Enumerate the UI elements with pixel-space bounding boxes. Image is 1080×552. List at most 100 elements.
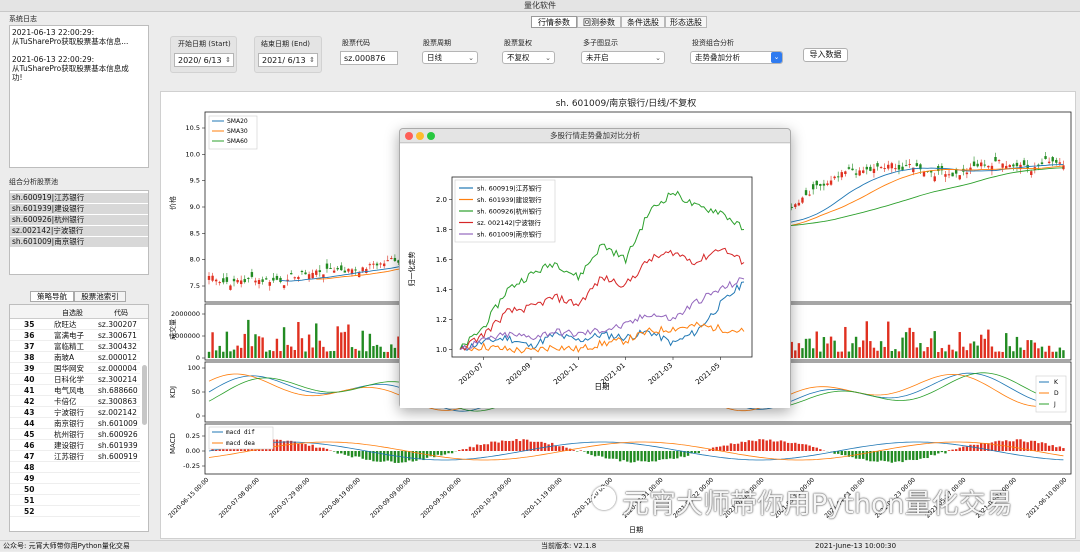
adjust-select[interactable]: 不复权⌄ [502, 51, 555, 64]
table-row[interactable]: 46建设银行sh.601939 [10, 441, 140, 451]
volume-bar [254, 334, 256, 358]
tab-pool-index[interactable]: 股票池索引 [74, 291, 126, 302]
stock-code-input[interactable]: sz.000876 [340, 51, 398, 65]
volume-bar [219, 346, 221, 358]
col-header-name[interactable]: 自选股 [62, 308, 83, 318]
tab-condition-select[interactable]: 条件选股 [621, 16, 665, 28]
table-row[interactable]: 35欣旺达sz.300207 [10, 320, 140, 330]
macd-bar [898, 451, 900, 461]
table-row[interactable]: 44南京银行sh.601009 [10, 419, 140, 429]
period-value: 日线 [427, 53, 442, 62]
tab-market-params[interactable]: 行情参数 [531, 16, 577, 28]
volume-bar [1009, 346, 1011, 358]
macd-bar [601, 451, 603, 457]
macd-bar [723, 446, 725, 451]
macd-bar [326, 449, 328, 451]
candle-body [1044, 156, 1046, 159]
chevron-down-icon: ⌄ [468, 52, 474, 64]
table-row[interactable]: 36富满电子sz.300671 [10, 331, 140, 341]
table-row[interactable]: 47江苏银行sh.600919 [10, 452, 140, 462]
table-row[interactable]: 42卡倍亿sz.300863 [10, 397, 140, 407]
macd-bar [769, 440, 771, 451]
x-date-label: 2020-06-15 00:00 [167, 476, 210, 519]
volume-bar [948, 345, 950, 358]
table-row[interactable]: 52 [10, 507, 140, 517]
kdj-ylabel: KDJ [169, 386, 177, 398]
candle-body [387, 260, 389, 261]
macd-bar [762, 439, 764, 451]
combo-select[interactable]: 走势叠加分析 ⌄ [690, 51, 783, 64]
log-entry-time: 2021-06-13 22:00:29: [12, 28, 94, 37]
macd-bar [1037, 443, 1039, 451]
table-row[interactable]: 45杭州银行sh.600926 [10, 430, 140, 440]
end-date-value: 2021/ 6/13 [262, 56, 306, 65]
table-row[interactable]: 49 [10, 474, 140, 484]
stepper-icon[interactable]: ⇕ [309, 54, 315, 67]
row-stock-name: 宁波银行 [54, 408, 84, 418]
pool-item[interactable]: sh.601009|南京银行 [10, 237, 148, 247]
volume-bar [955, 351, 957, 358]
period-select[interactable]: 日线 ⌄ [422, 51, 478, 64]
col-header-code[interactable]: 代码 [114, 308, 128, 318]
row-stock-code: sh.600926 [98, 430, 138, 440]
table-scrollbar[interactable] [142, 365, 147, 425]
candle-body [844, 171, 846, 174]
volume-bar [265, 352, 267, 358]
y-tick-label: 1.6 [436, 256, 448, 264]
volume-bar [215, 350, 217, 358]
table-row[interactable]: 51 [10, 496, 140, 506]
volume-bar [272, 351, 274, 358]
macd-bar [404, 451, 406, 462]
candle-body [855, 173, 857, 174]
candle-body [987, 166, 989, 167]
volume-bar [830, 337, 832, 358]
status-bar: 公众号: 元宵大师带你用Python量化交易 当前版本: V2.1.8 2021… [0, 540, 1080, 551]
table-row[interactable]: 39国华网安sz.000004 [10, 364, 140, 374]
volume-bar [247, 320, 249, 358]
compare-popup-window[interactable]: 多股行情走势叠加对比分析 归一化走势 日期 2.01.81.61.41.21.0… [399, 128, 791, 408]
end-date-input[interactable]: 2021/ 6/13 ⇕ [258, 53, 318, 67]
table-row[interactable]: 50 [10, 485, 140, 495]
table-row[interactable]: 48 [10, 463, 140, 473]
candle-body [916, 163, 918, 166]
tab-strategy-nav[interactable]: 策略导航 [30, 291, 74, 302]
pool-list[interactable]: sh.600919|江苏银行 sh.601939|建设银行 sh.600926|… [9, 190, 149, 275]
candle-body [347, 269, 349, 272]
table-row[interactable]: 37富临精工sz.300432 [10, 342, 140, 352]
pool-item[interactable]: sz.002142|宁波银行 [10, 226, 148, 236]
pool-item[interactable]: sh.601939|建设银行 [10, 204, 148, 214]
popup-titlebar[interactable]: 多股行情走势叠加对比分析 [400, 129, 790, 143]
row-number: 37 [24, 342, 34, 352]
subplot-select[interactable]: 未开启⌄ [581, 51, 665, 64]
start-date-input[interactable]: 2020/ 6/13 ⇕ [174, 53, 234, 67]
pool-item[interactable]: sh.600919|江苏银行 [10, 193, 148, 203]
row-stock-name: 建设银行 [54, 441, 84, 451]
stepper-icon[interactable]: ⇕ [225, 54, 231, 67]
table-row[interactable]: 38南玻Asz.000012 [10, 353, 140, 363]
import-data-button[interactable]: 导入数据 [803, 48, 848, 62]
table-row[interactable]: 40日科化学sz.300214 [10, 375, 140, 385]
candle-body [215, 280, 217, 282]
candle-body [830, 181, 832, 185]
log-panel[interactable]: 2021-06-13 22:00:29: 从TuShare​Pro获取股票基本信… [9, 25, 149, 168]
table-row[interactable]: 41电气风电sh.688660 [10, 386, 140, 396]
macd-bar [515, 439, 517, 451]
tab-backtest-params[interactable]: 回测参数 [577, 16, 621, 28]
pool-item[interactable]: sh.600926|杭州银行 [10, 215, 148, 225]
table-row[interactable]: 43宁波银行sz.002142 [10, 408, 140, 418]
macd-bar [665, 451, 667, 459]
volume-bar [823, 337, 825, 358]
row-number: 44 [24, 419, 34, 429]
row-stock-name: 江苏银行 [54, 452, 84, 462]
macd-bar [358, 451, 360, 457]
volume-bar [1052, 352, 1054, 358]
macd-bar [458, 450, 460, 451]
tab-pattern-select[interactable]: 形态选股 [665, 16, 707, 28]
x-date-label: 2020-09-09 00:00 [369, 476, 412, 519]
volume-ticks: 200000010000000 [171, 310, 205, 362]
macd-bar [508, 441, 510, 451]
y-tick-label: 2000000 [171, 310, 200, 318]
macd-bar [658, 451, 660, 460]
row-number: 39 [24, 364, 34, 374]
stock-table[interactable]: 自选股 代码 35欣旺达sz.30020736富满电子sz.30067137富临… [9, 304, 149, 532]
